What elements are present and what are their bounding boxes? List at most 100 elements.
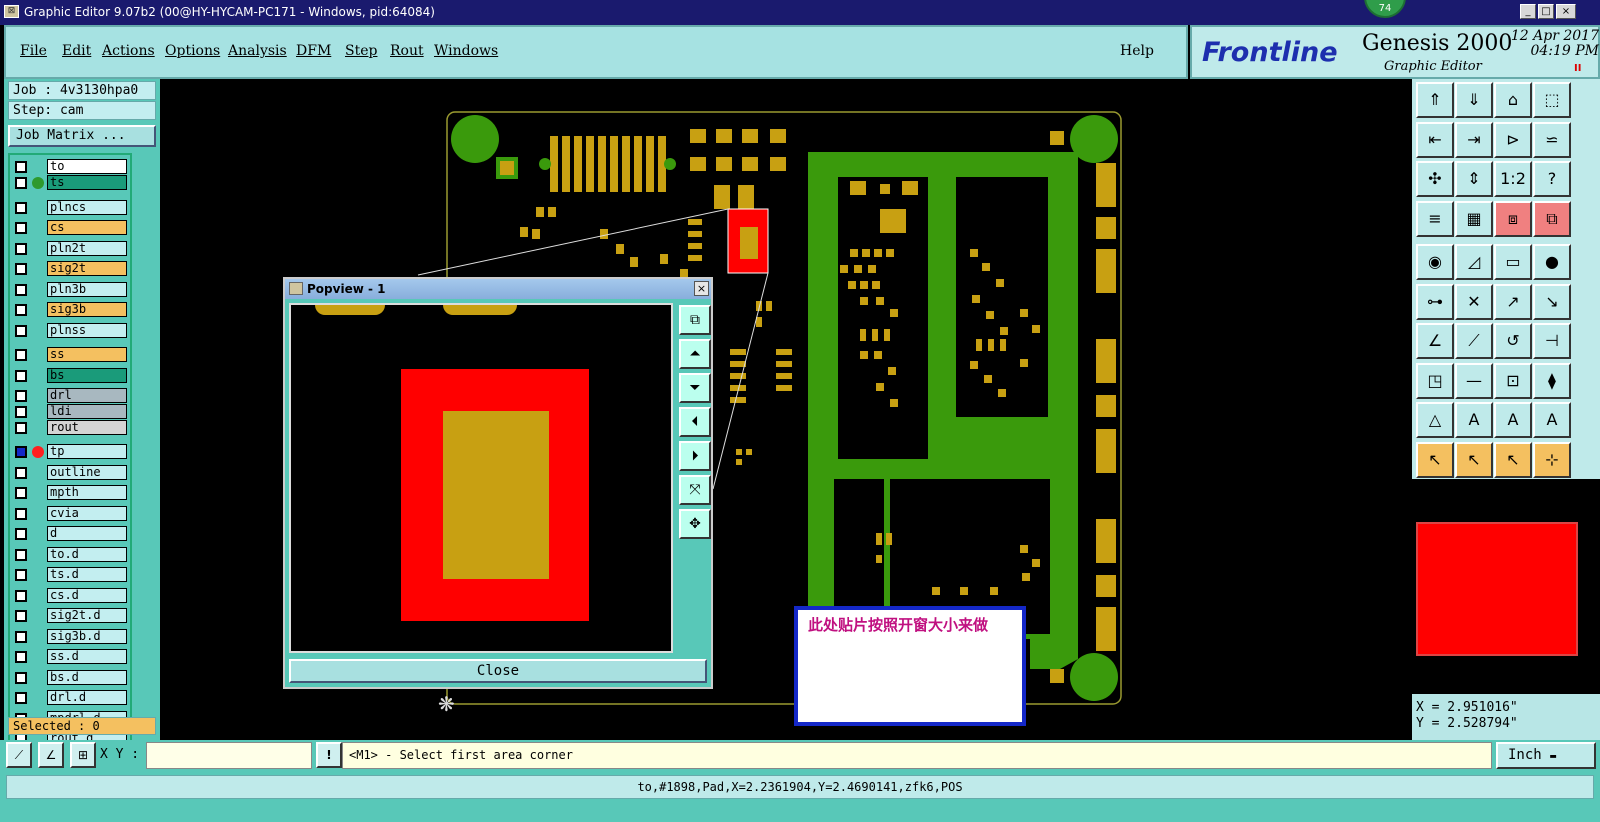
layer-row[interactable]: to.d — [10, 546, 130, 563]
layer-name[interactable]: ts.d — [47, 567, 127, 582]
alert-icon[interactable]: ! — [316, 742, 342, 768]
layer-name[interactable]: drl.d — [47, 690, 127, 705]
layer-name[interactable]: plnss — [47, 322, 127, 338]
layer-checkbox[interactable] — [15, 324, 27, 337]
triangle-icon[interactable]: ◿ — [1455, 244, 1493, 280]
layer-row[interactable]: cvia — [10, 505, 130, 522]
layer-row[interactable]: drl.d — [10, 690, 130, 706]
pointer-circle-icon[interactable]: ↖ — [1494, 441, 1532, 478]
menu-options[interactable]: Options — [165, 43, 220, 59]
zoom-out-icon[interactable]: ✥ — [679, 509, 711, 539]
layer-checkbox[interactable] — [15, 283, 27, 296]
layer-checkbox[interactable] — [15, 487, 27, 499]
menu-help[interactable]: Help — [1120, 43, 1154, 59]
layer-checkbox[interactable] — [15, 507, 27, 520]
scale-icon[interactable]: 1:2 — [1494, 161, 1532, 197]
layer-checkbox[interactable] — [15, 589, 27, 602]
menu-actions[interactable]: Actions — [102, 43, 155, 59]
layer-row[interactable]: pln3b — [10, 281, 130, 298]
minimize-button[interactable]: _ — [1520, 4, 1536, 19]
list-icon[interactable]: ≡ — [1416, 200, 1454, 237]
layer-row[interactable]: sig3b — [10, 302, 130, 318]
menu-file[interactable]: File — [20, 43, 47, 59]
menu-dfm[interactable]: DFM — [296, 43, 331, 59]
layer-row[interactable]: drl — [10, 387, 130, 404]
shape-icon[interactable]: ⧫ — [1533, 362, 1571, 399]
pointer-node-icon[interactable]: ⊹ — [1533, 441, 1571, 478]
layer-row[interactable]: to — [10, 159, 130, 175]
letter-a-bold-icon[interactable]: A — [1494, 402, 1532, 438]
xy-input[interactable] — [146, 742, 312, 769]
play-icon[interactable]: ⊳ — [1494, 121, 1532, 158]
line-icon[interactable]: ⟋ — [1455, 323, 1493, 359]
layer-name[interactable]: ss — [47, 347, 127, 362]
layer-checkbox[interactable] — [15, 263, 27, 275]
layer-row[interactable]: outline — [10, 464, 130, 481]
layer-name[interactable]: bs.d — [47, 669, 127, 685]
copy-icon[interactable]: ⧉ — [1533, 200, 1571, 237]
layer-name[interactable]: ss.d — [47, 649, 127, 664]
grid-icon[interactable]: ▦ — [1455, 200, 1493, 237]
layer-name[interactable]: ts — [47, 175, 127, 190]
letter-a-icon[interactable]: A — [1455, 402, 1493, 438]
layer-row[interactable]: ss — [10, 347, 130, 363]
menu-rout[interactable]: Rout — [390, 43, 424, 59]
maximize-button[interactable]: □ — [1538, 4, 1554, 19]
pan-right-icon[interactable]: ⏵ — [679, 441, 711, 471]
layer-name[interactable]: cs — [47, 220, 127, 235]
layer-checkbox[interactable] — [15, 405, 27, 418]
layer-checkbox[interactable] — [15, 242, 27, 255]
layer-name[interactable]: to — [47, 159, 127, 174]
help-icon[interactable]: ? — [1533, 161, 1571, 197]
layer-row[interactable]: cs.d — [10, 587, 130, 604]
layer-name[interactable]: tp — [47, 444, 127, 459]
pan-up-icon[interactable]: ⏶ — [679, 339, 711, 369]
triangle-outline-icon[interactable]: △ — [1416, 402, 1454, 438]
layer-name[interactable]: d — [47, 526, 127, 541]
route-icon[interactable]: ⧈ — [1494, 200, 1532, 237]
popview-canvas[interactable] — [289, 303, 673, 653]
layer-checkbox[interactable] — [15, 222, 27, 234]
move-down-icon[interactable]: ⇓ — [1455, 82, 1493, 118]
overview-preview[interactable] — [1412, 480, 1600, 694]
ruler-icon[interactable]: ▭ — [1494, 244, 1532, 280]
layer-checkbox[interactable] — [15, 466, 27, 479]
layer-name[interactable]: rout — [47, 419, 127, 435]
layer-checkbox[interactable] — [15, 630, 27, 643]
popview-close-icon[interactable]: × — [694, 281, 709, 296]
layer-name[interactable]: sig2t — [47, 261, 127, 276]
layer-name[interactable]: sig2t.d — [47, 608, 127, 623]
menu-step[interactable]: Step — [345, 43, 377, 59]
angle-icon[interactable]: ∠ — [1416, 323, 1454, 359]
layer-checkbox[interactable] — [15, 304, 27, 316]
grid-snap-icon[interactable]: ⊞ — [70, 742, 96, 768]
layer-row[interactable]: ldi — [10, 403, 130, 420]
layer-row[interactable]: cs — [10, 220, 130, 236]
layer-row[interactable]: sig2t.d — [10, 608, 130, 624]
layer-row[interactable]: tp — [10, 444, 130, 460]
layer-name[interactable]: pln2t — [47, 240, 127, 256]
layer-name[interactable]: cvia — [47, 505, 127, 521]
layer-checkbox[interactable] — [15, 161, 27, 173]
layer-name[interactable]: drl — [47, 387, 127, 403]
layer-name[interactable]: sig3b — [47, 302, 127, 317]
layer-name[interactable]: ldi — [47, 403, 127, 419]
layer-row[interactable]: bs.d — [10, 669, 130, 686]
measure-icon[interactable]: ∠ — [38, 742, 64, 768]
job-matrix-button[interactable]: Job Matrix ... — [8, 125, 156, 147]
layer-checkbox[interactable] — [15, 692, 27, 704]
wave-icon[interactable]: ⋍ — [1533, 121, 1571, 158]
layer-row[interactable]: rout — [10, 419, 130, 436]
layer-checkbox[interactable] — [15, 569, 27, 581]
notification-badge[interactable]: 74 — [1364, 0, 1406, 18]
layer-name[interactable]: cs.d — [47, 587, 127, 603]
layer-checkbox[interactable] — [15, 349, 27, 361]
zoom-in-icon[interactable]: ⤧ — [679, 475, 711, 505]
layer-row[interactable]: pln2t — [10, 240, 130, 257]
right-align-icon[interactable]: ⇥ — [1455, 121, 1493, 158]
arrow-down-right-icon[interactable]: ↘ — [1533, 283, 1571, 320]
layer-checkbox[interactable] — [15, 389, 27, 402]
layer-row[interactable]: d — [10, 526, 130, 542]
layer-checkbox[interactable] — [15, 446, 27, 458]
layer-name[interactable]: outline — [47, 464, 127, 480]
